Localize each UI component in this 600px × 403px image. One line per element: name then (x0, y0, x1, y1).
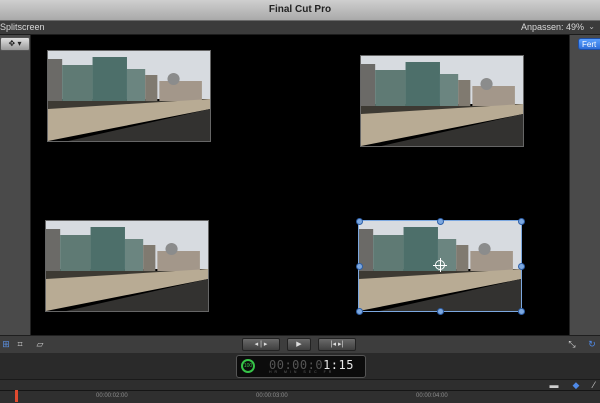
reset-icon[interactable]: ↻ (586, 339, 598, 349)
transform-handle-top-right[interactable] (518, 218, 525, 225)
play-button[interactable]: ▶ (287, 338, 311, 351)
clip-image (48, 51, 210, 141)
ruler-tick: 00:00:02:00 (96, 393, 128, 399)
transform-handle-right[interactable] (518, 263, 525, 270)
done-button[interactable]: Fert (578, 38, 600, 50)
anchor-point-icon[interactable] (433, 258, 447, 272)
left-panel: ✥ ▾ (0, 35, 31, 335)
skip-buttons[interactable]: |◂ ▸| (318, 338, 356, 351)
transform-handle-bottom-right[interactable] (518, 308, 525, 315)
right-panel: Fert (569, 35, 600, 335)
zoom-chevron-icon[interactable]: ⌄ (588, 22, 595, 31)
effect-label: Splitscreen (0, 22, 45, 32)
window-title: Final Cut Pro (268, 4, 332, 15)
transform-tool-button[interactable]: ✥ ▾ (0, 37, 30, 51)
fullscreen-icon[interactable]: ⤡ (566, 339, 578, 349)
timecode-ring-icon: 100 (241, 359, 255, 373)
distort-icon[interactable]: ▱ (34, 339, 46, 349)
zoom-control[interactable]: Anpassen: 49% (521, 22, 584, 32)
clip-image (361, 56, 523, 146)
clip-top-left[interactable] (47, 50, 211, 142)
transform-handle-top[interactable] (437, 218, 444, 225)
zoom-slider-icon[interactable]: ▬ (548, 380, 560, 390)
transport-bar: ⊞ ⌗ ▱ ◂ | ▸ ▶ |◂ ▸| ⤡ ↻ (0, 335, 600, 354)
step-back-icon: ◂ | ▸ (254, 341, 268, 348)
timecode-bar: 100 00:00:01:15 HR MIN SEC FR (0, 353, 600, 379)
zoom-label: Anpassen: (520, 22, 564, 32)
snapping-icon[interactable]: ◆ (570, 380, 582, 390)
play-icon: ▶ (296, 341, 302, 348)
timecode-units: HR MIN SEC FR (269, 370, 335, 374)
clip-top-right[interactable] (360, 55, 524, 147)
timecode-display[interactable]: 100 00:00:01:15 HR MIN SEC FR (236, 355, 366, 378)
settings-icon[interactable]: ⁄ (588, 380, 600, 390)
viewer-header: Splitscreen Anpassen: 49% ⌄ (0, 21, 600, 35)
transform-handle-top-left[interactable] (356, 218, 363, 225)
timeline-ruler[interactable]: 00:00:02:00 00:00:03:00 00:00:04:00 (0, 390, 600, 403)
window-titlebar: Final Cut Pro (0, 0, 600, 21)
ruler-tick: 00:00:03:00 (256, 393, 288, 399)
transform-handle-left[interactable] (356, 263, 363, 270)
ruler-tick: 00:00:04:00 (416, 393, 448, 399)
transform-mode-icon[interactable]: ⊞ (0, 339, 12, 349)
transform-tool-icon: ✥ ▾ (8, 39, 22, 48)
clip-image (46, 221, 208, 311)
playhead[interactable] (15, 390, 18, 402)
frame-step-buttons[interactable]: ◂ | ▸ (242, 338, 280, 351)
crop-icon[interactable]: ⌗ (14, 339, 26, 349)
skip-icon: |◂ ▸| (330, 341, 344, 348)
clip-bottom-left[interactable] (45, 220, 209, 312)
transform-handle-bottom[interactable] (437, 308, 444, 315)
viewer-canvas[interactable] (31, 35, 569, 335)
zoom-value: 49% (565, 22, 584, 32)
transform-handle-bottom-left[interactable] (356, 308, 363, 315)
